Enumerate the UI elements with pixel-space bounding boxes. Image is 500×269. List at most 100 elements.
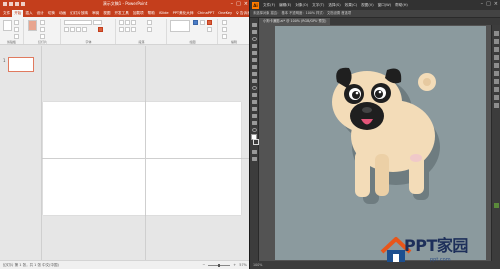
artboard[interactable] [275, 26, 486, 260]
copy-icon[interactable] [14, 27, 19, 32]
zoom-out-icon[interactable]: − [202, 261, 205, 269]
slide-canvas[interactable] [43, 102, 241, 215]
indent-icon[interactable] [131, 20, 136, 25]
ribbon-tab[interactable]: 开发工具 [112, 10, 130, 17]
shadow-icon[interactable] [82, 27, 87, 32]
menu-type[interactable]: 文字(T) [312, 3, 324, 8]
stroke-panel-icon[interactable] [494, 63, 499, 68]
align-right-icon[interactable] [131, 27, 136, 32]
slide-thumbnail-pane[interactable] [0, 46, 42, 260]
menu-edit[interactable]: 编辑(E) [279, 3, 291, 8]
ribbon-tab[interactable]: 插入 [23, 10, 34, 17]
width-tool-icon[interactable] [252, 93, 257, 97]
format-painter-icon[interactable] [14, 34, 19, 39]
ribbon-tab[interactable]: 审阅 [90, 10, 101, 17]
font-color-icon[interactable] [98, 27, 103, 32]
rotate-tool-icon[interactable] [252, 86, 257, 90]
shape-builder-tool-icon[interactable] [252, 100, 257, 104]
shape-outline-icon[interactable] [207, 27, 212, 32]
hand-tool-icon[interactable] [252, 121, 257, 125]
paste-button[interactable] [3, 20, 12, 31]
transparency-panel-icon[interactable] [494, 79, 499, 84]
ribbon-tab[interactable]: 动画 [57, 10, 68, 17]
selection-tool-icon[interactable] [252, 23, 257, 27]
pen-tool-icon[interactable] [252, 44, 257, 48]
cut-icon[interactable] [14, 20, 19, 25]
ribbon-tab[interactable]: 文件 [1, 10, 12, 17]
new-slide-button[interactable] [28, 20, 37, 31]
minimize-icon[interactable]: – [481, 1, 484, 8]
minimize-icon[interactable]: – [231, 1, 234, 7]
zoom-in-icon[interactable]: + [233, 261, 236, 269]
ribbon-tab[interactable]: PPT美化大师 [171, 10, 196, 17]
zoom-slider[interactable] [208, 263, 231, 267]
bullets-icon[interactable] [119, 20, 124, 25]
shapes-gallery[interactable] [170, 20, 190, 32]
symbols-panel-icon[interactable] [494, 55, 499, 60]
ribbon-tab[interactable]: 帮助 [146, 10, 157, 17]
replace-icon[interactable] [222, 27, 227, 32]
screen-mode-icon[interactable] [252, 157, 257, 161]
bold-icon[interactable] [64, 27, 69, 32]
paintbrush-tool-icon[interactable] [252, 72, 257, 76]
menu-view[interactable]: 视图(V) [361, 3, 373, 8]
pug-illustration[interactable] [275, 26, 486, 260]
ribbon-tab[interactable]: iSlide [157, 10, 171, 17]
slide-thumbnail[interactable] [8, 57, 34, 72]
extension-panel-icon[interactable] [494, 203, 499, 208]
menu-file[interactable]: 文件(F) [263, 3, 275, 8]
ribbon-tab[interactable]: OneKey [216, 10, 234, 17]
line-tool-icon[interactable] [252, 58, 257, 62]
maximize-icon[interactable]: □ [486, 1, 491, 8]
menu-effect[interactable]: 效果(C) [345, 3, 358, 8]
menu-window[interactable]: 窗口(W) [378, 3, 392, 8]
font-family-select[interactable] [64, 20, 92, 25]
convert-smartart-icon[interactable] [147, 27, 152, 32]
eyedropper-tool-icon[interactable] [252, 114, 257, 118]
ai-document-tab[interactable]: 小狗卡通图.ai* @ 100% (RGB/GPU 预览) [259, 18, 331, 25]
reset-icon[interactable] [40, 27, 45, 32]
shape-fill-icon[interactable] [207, 20, 212, 25]
layout-icon[interactable] [40, 20, 45, 25]
zoom-level[interactable]: 57% [239, 261, 247, 269]
section-icon[interactable] [40, 34, 45, 39]
type-tool-icon[interactable] [252, 51, 257, 55]
pencil-tool-icon[interactable] [252, 79, 257, 83]
layers-panel-icon[interactable] [494, 95, 499, 100]
italic-icon[interactable] [70, 27, 75, 32]
ribbon-tab[interactable]: 开始 [12, 10, 24, 17]
align-center-icon[interactable] [125, 27, 130, 32]
maximize-icon[interactable]: □ [236, 1, 241, 7]
quick-styles-icon[interactable] [200, 20, 205, 25]
menu-select[interactable]: 选择(S) [328, 3, 340, 8]
close-icon[interactable]: × [494, 1, 498, 8]
rectangle-tool-icon[interactable] [252, 65, 257, 69]
draw-mode-icon[interactable] [252, 150, 257, 154]
ai-control-bar[interactable]: 未选择对象 描边： 基本 不透明度：100% 样式： 文档设置 首选项 [250, 10, 500, 18]
font-size-select[interactable] [93, 20, 102, 25]
artboards-panel-icon[interactable] [494, 103, 499, 108]
magic-wand-tool-icon[interactable] [252, 37, 257, 41]
brushes-panel-icon[interactable] [494, 47, 499, 52]
direct-selection-tool-icon[interactable] [252, 30, 257, 34]
swatches-panel-icon[interactable] [494, 39, 499, 44]
ribbon-tab[interactable]: ChinaPPT [196, 10, 217, 17]
underline-icon[interactable] [76, 27, 81, 32]
ribbon-tab[interactable]: ♀ 告诉我 [234, 10, 250, 17]
menu-help[interactable]: 帮助(H) [395, 3, 408, 8]
align-left-icon[interactable] [119, 27, 124, 32]
text-direction-icon[interactable] [147, 20, 152, 25]
menu-object[interactable]: 对象(O) [295, 3, 308, 8]
ribbon-tab[interactable]: 切换 [46, 10, 57, 17]
gradient-tool-icon[interactable] [252, 107, 257, 111]
appearance-panel-icon[interactable] [494, 87, 499, 92]
numbering-icon[interactable] [125, 20, 130, 25]
ribbon-tab[interactable]: 加载项 [131, 10, 146, 17]
find-icon[interactable] [222, 20, 227, 25]
arrange-icon[interactable] [193, 20, 198, 25]
ribbon-tab[interactable]: 视图 [101, 10, 112, 17]
gradient-panel-icon[interactable] [494, 71, 499, 76]
ribbon-tab[interactable]: 设计 [35, 10, 46, 17]
zoom-tool-icon[interactable] [252, 128, 257, 132]
color-panel-icon[interactable] [494, 31, 499, 36]
